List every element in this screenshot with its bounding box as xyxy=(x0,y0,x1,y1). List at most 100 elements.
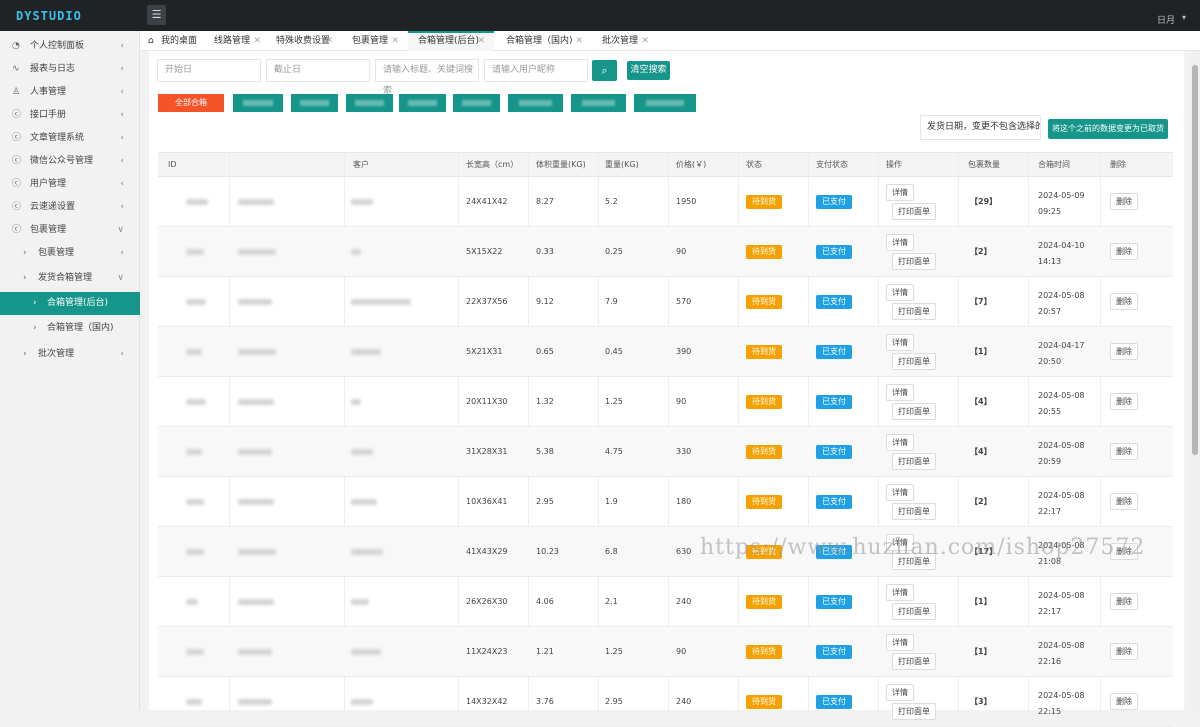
consolidation-table: ID 客户 长宽高（cm） 体积重量(KG) 重量(KG) 价格(￥) 状态 支付状态 操作 包裹… xyxy=(158,152,1173,727)
sidebar-item[interactable]: › 批次管理 ‹ xyxy=(0,343,140,366)
redacted-customer xyxy=(351,599,369,605)
delete-button[interactable]: 删除 xyxy=(1110,543,1138,560)
detail-button[interactable]: 详情 xyxy=(886,284,914,301)
shipping-date-field[interactable]: 发货日期，变更不包含选择的 xyxy=(920,115,1041,140)
sidebar-item[interactable]: › 合箱管理(后台) xyxy=(0,292,140,315)
filter-chip[interactable] xyxy=(233,94,283,112)
detail-button[interactable]: 详情 xyxy=(886,384,914,401)
tab[interactable]: 合箱管理（国内) ✕ xyxy=(496,31,592,51)
sidebar-item[interactable]: ♙ 人事管理 ‹ xyxy=(0,81,140,104)
clear-search-button[interactable]: 清空搜索 xyxy=(627,61,670,80)
print-label-button[interactable]: 打印面单 xyxy=(892,553,936,570)
consolidation-time-cell: 2024-05-08 22:17 xyxy=(1038,491,1085,516)
delete-button[interactable]: 删除 xyxy=(1110,493,1138,510)
tab[interactable]: ⌂ 我的桌面 xyxy=(140,31,204,51)
detail-button[interactable]: 详情 xyxy=(886,534,914,551)
detail-button[interactable]: 详情 xyxy=(886,234,914,251)
delete-button[interactable]: 删除 xyxy=(1110,643,1138,660)
start-date-input[interactable]: 开始日 xyxy=(157,59,261,82)
delete-button[interactable]: 删除 xyxy=(1110,443,1138,460)
filter-chip-all[interactable]: 全部合箱 xyxy=(158,94,224,112)
sidebar-item[interactable]: › 发货合箱管理 ∨ xyxy=(0,267,140,290)
sidebar-item[interactable]: ⓒ 微信公众号管理 ‹ xyxy=(0,150,140,173)
delete-button[interactable]: 删除 xyxy=(1110,693,1138,710)
sidebar-item[interactable]: ∿ 报表与日志 ‹ xyxy=(0,58,140,81)
nav-icon: ∿ xyxy=(12,64,20,74)
print-label-button[interactable]: 打印面单 xyxy=(892,203,936,220)
delete-button[interactable]: 删除 xyxy=(1110,293,1138,310)
print-label-button[interactable]: 打印面单 xyxy=(892,453,936,470)
filter-chip[interactable] xyxy=(291,94,338,112)
detail-button[interactable]: 详情 xyxy=(886,584,914,601)
price-cell: 390 xyxy=(676,347,692,356)
sidebar-item[interactable]: ⓒ 云速递设置 ‹ xyxy=(0,196,140,219)
sidebar-item[interactable]: › 合箱管理（国内) xyxy=(0,317,140,340)
detail-button[interactable]: 详情 xyxy=(886,334,914,351)
filter-chip[interactable] xyxy=(346,94,393,112)
print-label-button[interactable]: 打印面单 xyxy=(892,703,936,720)
filter-chip[interactable] xyxy=(453,94,500,112)
redacted-id xyxy=(186,449,202,455)
close-icon[interactable]: ✕ xyxy=(325,31,333,51)
menu-toggle-icon[interactable]: ☰ xyxy=(147,5,166,25)
close-icon[interactable]: ✕ xyxy=(641,31,649,51)
close-icon[interactable]: ✕ xyxy=(391,31,399,51)
close-icon[interactable]: ✕ xyxy=(253,31,261,51)
tab[interactable]: 包裹管理 ✕ xyxy=(342,31,408,51)
print-label-button[interactable]: 打印面单 xyxy=(892,253,936,270)
end-date-input[interactable]: 截止日 xyxy=(266,59,370,82)
print-label-button[interactable]: 打印面单 xyxy=(892,303,936,320)
table-row: 14X32X42 3.76 2.95 240 待到货 已支付 详情 打印面单 【3】 2024-0… xyxy=(158,677,1173,727)
price-cell: 90 xyxy=(676,647,687,656)
table-row: 22X37X56 9.12 7.9 570 待到货 已支付 详情 打印面单 【7】 2024-05… xyxy=(158,277,1173,327)
redacted-user xyxy=(238,399,274,405)
consolidation-time-cell: 2024-05-08 20:59 xyxy=(1038,441,1085,466)
delete-button[interactable]: 删除 xyxy=(1110,343,1138,360)
detail-button[interactable]: 详情 xyxy=(886,684,914,701)
delete-button[interactable]: 删除 xyxy=(1110,593,1138,610)
chevron-icon: ∨ xyxy=(117,273,124,283)
sidebar-item[interactable]: ⓒ 接口手册 ‹ xyxy=(0,104,140,127)
tab[interactable]: 线路管理 ✕ xyxy=(204,31,270,51)
print-label-button[interactable]: 打印面单 xyxy=(892,353,936,370)
filter-chip[interactable] xyxy=(571,94,626,112)
sidebar-item[interactable]: › 包裹管理 ‹ xyxy=(0,242,140,265)
print-label-button[interactable]: 打印面单 xyxy=(892,503,936,520)
delete-button[interactable]: 删除 xyxy=(1110,193,1138,210)
print-label-button[interactable]: 打印面单 xyxy=(892,603,936,620)
scrollbar-thumb[interactable] xyxy=(1192,65,1198,455)
delete-button[interactable]: 删除 xyxy=(1110,243,1138,260)
mark-picked-up-button[interactable]: 将这个之前的数据变更为已取货 xyxy=(1048,119,1168,139)
close-icon[interactable]: ✕ xyxy=(477,33,485,50)
sidebar-item[interactable]: ⓒ 用户管理 ‹ xyxy=(0,173,140,196)
tab[interactable]: 特殊收费设置 ✕ xyxy=(266,31,342,51)
sidebar: ◔ 个人控制面板 ‹ ∿ 报表与日志 ‹ ♙ 人事管理 ‹ ⓒ 接口手册 ‹ ⓒ 文章管理系统 ‹ ⓒ 微信公众… xyxy=(0,31,140,710)
filter-chip[interactable] xyxy=(508,94,563,112)
filter-chip[interactable] xyxy=(634,94,696,112)
detail-button[interactable]: 详情 xyxy=(886,184,914,201)
filter-chip[interactable] xyxy=(399,94,446,112)
chevron-down-icon[interactable]: ▾ xyxy=(1182,13,1186,22)
sidebar-item[interactable]: ⓒ 文章管理系统 ‹ xyxy=(0,127,140,150)
user-menu[interactable]: 日月 xyxy=(1157,13,1175,26)
redacted-id xyxy=(186,399,206,405)
detail-button[interactable]: 详情 xyxy=(886,634,914,651)
print-label-button[interactable]: 打印面单 xyxy=(892,653,936,670)
package-count-cell: 【3】 xyxy=(970,697,992,706)
redacted-id xyxy=(186,649,204,655)
tab[interactable]: 合箱管理(后台) ✕ xyxy=(408,31,494,51)
price-cell: 570 xyxy=(676,297,692,306)
nav-icon: › xyxy=(33,298,37,308)
nickname-search-input[interactable]: 请输入用户昵称 xyxy=(484,59,588,82)
print-label-button[interactable]: 打印面单 xyxy=(892,403,936,420)
detail-button[interactable]: 详情 xyxy=(886,484,914,501)
detail-button[interactable]: 详情 xyxy=(886,434,914,451)
tab[interactable]: 批次管理 ✕ xyxy=(592,31,658,51)
sidebar-item[interactable]: ◔ 个人控制面板 ‹ xyxy=(0,35,140,58)
close-icon[interactable]: ✕ xyxy=(575,31,583,51)
delete-button[interactable]: 删除 xyxy=(1110,393,1138,410)
search-button[interactable]: ⌕ xyxy=(592,60,617,81)
keyword-search-input[interactable]: 请输入标题、关键词搜索 xyxy=(375,59,479,96)
sidebar-item[interactable]: ⓒ 包裹管理 ∨ xyxy=(0,219,140,242)
vertical-scrollbar[interactable] xyxy=(1190,51,1200,710)
